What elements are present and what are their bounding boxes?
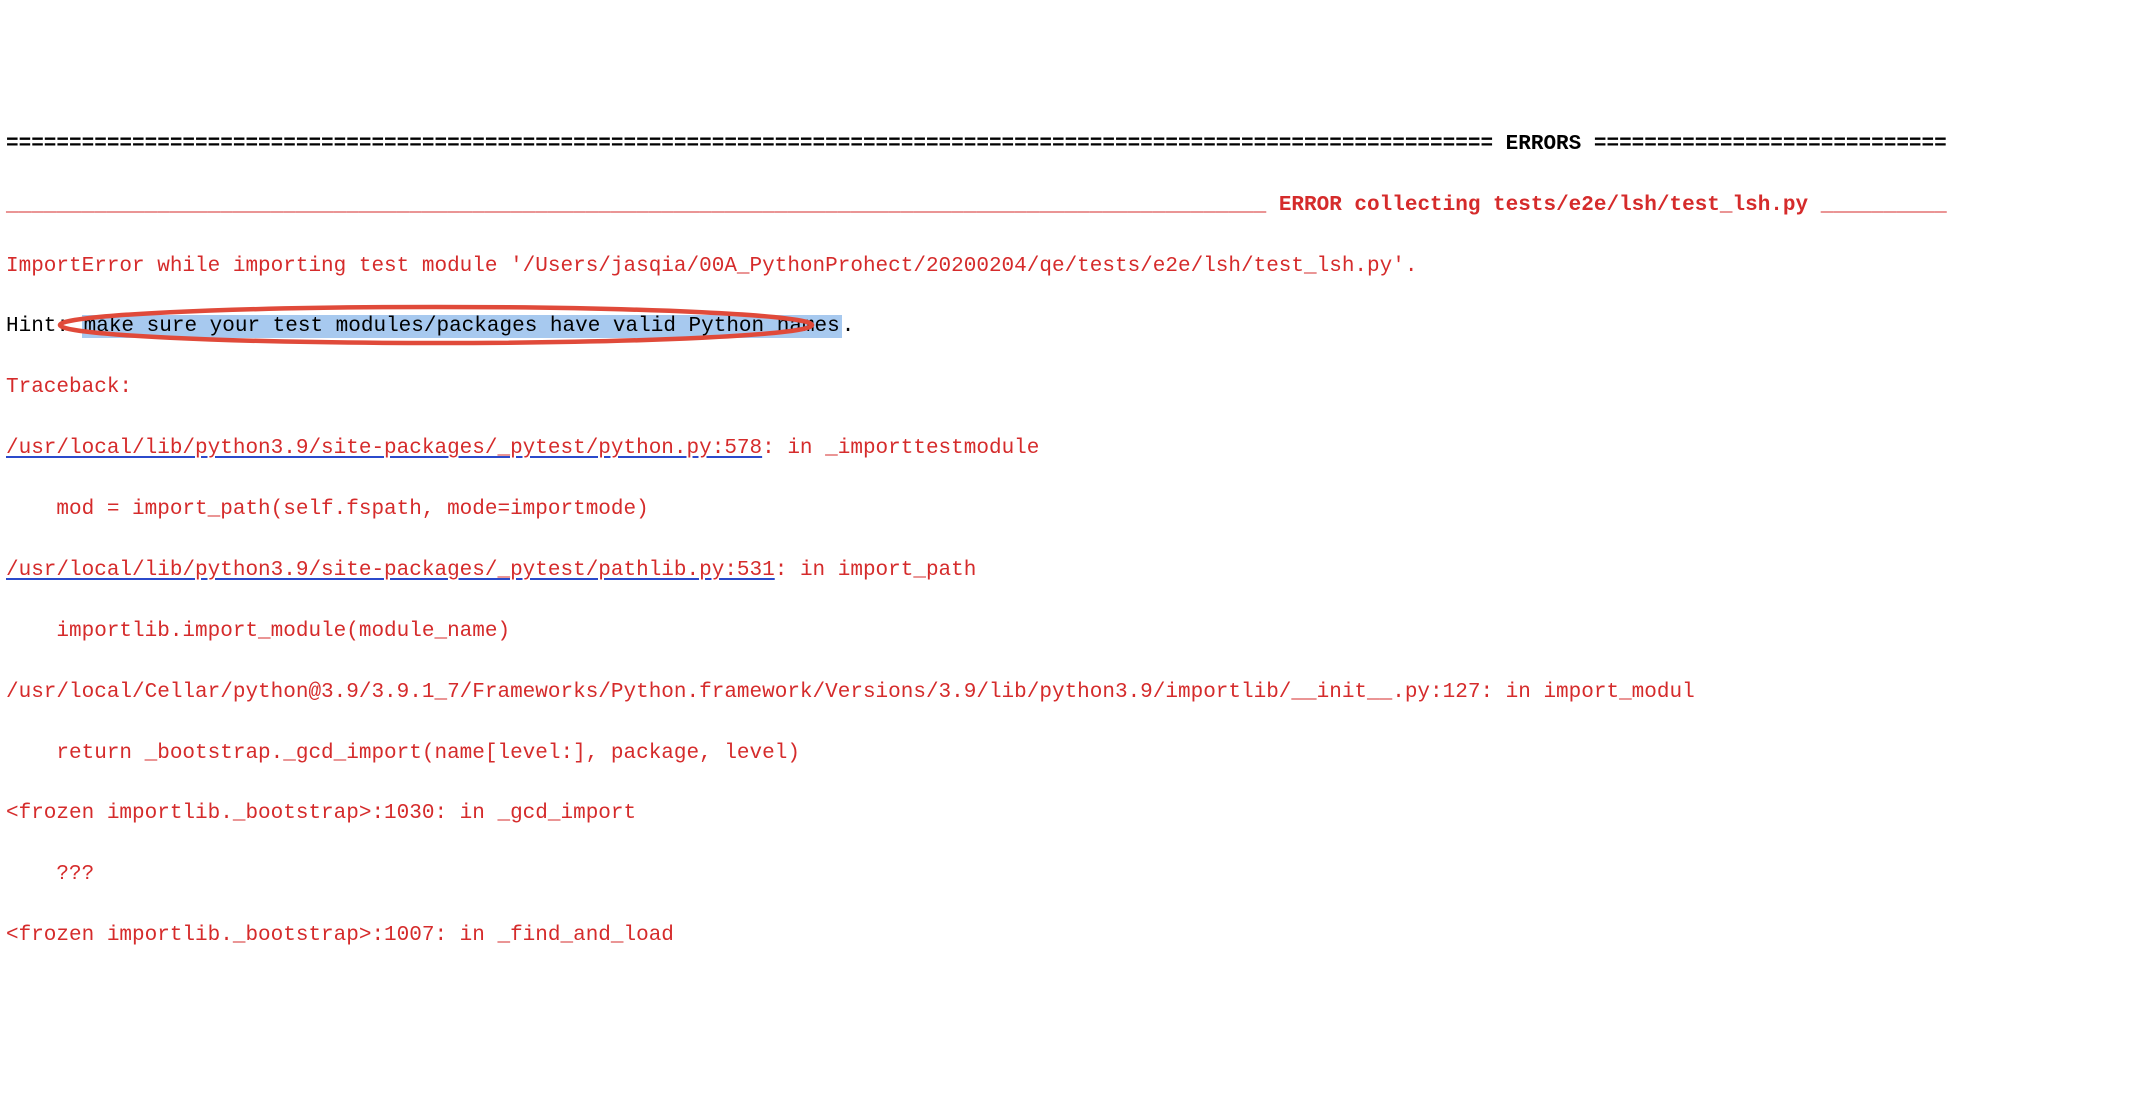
- hint-line: Hint: make sure your test modules/packag…: [6, 312, 2152, 342]
- hint-highlight-text: make sure your test modules/packages hav…: [82, 315, 842, 338]
- section-header: ========================================…: [6, 130, 2152, 160]
- error-collecting-line: ________________________________________…: [6, 191, 2152, 221]
- tb-line-5: <frozen importlib._bootstrap>:1007: in _…: [6, 921, 2152, 951]
- tb-line-4: <frozen importlib._bootstrap>:1030: in _…: [6, 799, 2152, 829]
- import-error-line: ImportError while importing test module …: [6, 252, 2152, 282]
- traceback-link-2[interactable]: /usr/local/lib/python3.9/site-packages/_…: [6, 559, 775, 582]
- tb-line-1-rest: : in _importtestmodule: [762, 437, 1039, 460]
- hint-wrap: make sure your test modules/packages hav…: [82, 312, 842, 342]
- tb-line-1: /usr/local/lib/python3.9/site-packages/_…: [6, 434, 2152, 464]
- tb-line-3: /usr/local/Cellar/python@3.9/3.9.1_7/Fra…: [6, 678, 2152, 708]
- header-label: ERRORS: [1493, 133, 1594, 156]
- header-divider-post: ============================: [1594, 133, 1947, 156]
- error-underscore-pre: ________________________________________…: [6, 194, 1266, 217]
- tb-code-4: ???: [6, 860, 2152, 890]
- tb-code-1: mod = import_path(self.fspath, mode=impo…: [6, 495, 2152, 525]
- traceback-label: Traceback:: [6, 373, 2152, 403]
- traceback-link-1[interactable]: /usr/local/lib/python3.9/site-packages/_…: [6, 437, 762, 460]
- hint-suffix: .: [842, 315, 855, 338]
- tb-code-2: importlib.import_module(module_name): [6, 617, 2152, 647]
- error-underscore-post: __________: [1821, 194, 1947, 217]
- hint-prefix: Hint:: [6, 315, 82, 338]
- tb-code-3: return _bootstrap._gcd_import(name[level…: [6, 739, 2152, 769]
- error-collecting-label: ERROR collecting tests/e2e/lsh/test_lsh.…: [1266, 194, 1821, 217]
- tb-line-2: /usr/local/lib/python3.9/site-packages/_…: [6, 556, 2152, 586]
- tb-line-2-rest: : in import_path: [775, 559, 977, 582]
- header-divider-pre: ========================================…: [6, 133, 1493, 156]
